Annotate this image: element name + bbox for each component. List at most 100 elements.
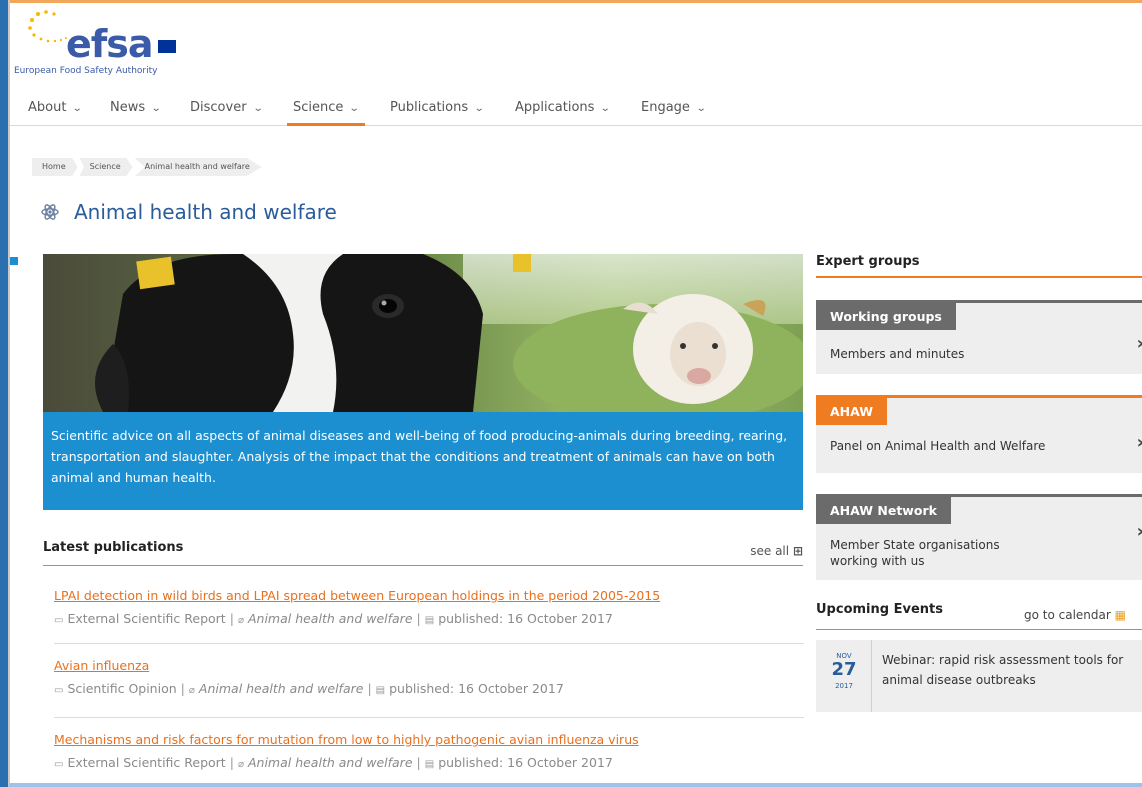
event-day: 27 [831, 659, 857, 680]
hero-banner: Scientific advice on all aspects of anim… [43, 254, 803, 510]
efsa-logo[interactable]: efsa European Food Safety Authority [14, 8, 234, 80]
top-accent-line [10, 0, 1142, 3]
page-title-row: Animal health and welfare [40, 200, 337, 224]
calendar-icon: ▤ [424, 759, 435, 770]
calendar-icon: ▤ [375, 685, 386, 696]
chevron-down-icon: ⌄ [695, 103, 707, 114]
event-item[interactable]: NOV 27 2017 Webinar: rapid risk assessme… [816, 640, 1142, 712]
expert-groups-header: Expert groups [816, 250, 1142, 278]
calendar-icon: ▦ [1114, 608, 1126, 622]
go-to-calendar-label: go to calendar [1024, 608, 1111, 622]
breadcrumb-science[interactable]: Science [79, 158, 133, 176]
chevron-right-icon: › [1137, 521, 1142, 542]
left-accent-mark [10, 257, 18, 265]
separator: | [229, 611, 234, 626]
breadcrumb-home[interactable]: Home [32, 158, 78, 176]
atom-icon [41, 204, 59, 220]
event-date: NOV 27 2017 [816, 640, 872, 712]
chevron-down-icon: ⌄ [252, 103, 264, 114]
event-title: Webinar: rapid risk assessment tools for… [882, 653, 1124, 687]
publication-date: published: 16 October 2017 [438, 611, 613, 626]
chevron-right-icon: › [1137, 333, 1142, 354]
publication-meta: ▭ External Scientific Report | ⌀ Animal heal… [54, 611, 804, 626]
book-icon: ▭ [54, 685, 64, 696]
nav-item-publications[interactable]: Publications ⌄ [390, 92, 485, 126]
nav-label: About [28, 100, 67, 115]
separator: | [180, 681, 185, 696]
ahaw-network-card[interactable]: AHAW Network Member State organisations … [816, 494, 1142, 580]
nav-item-news[interactable]: News ⌄ [110, 92, 162, 126]
cows-hero-image [43, 254, 803, 412]
chevron-down-icon: ⌄ [150, 103, 162, 114]
card-description: Members and minutes [830, 347, 965, 361]
upcoming-events-title: Upcoming Events [816, 602, 943, 617]
card-tab: AHAW Network [816, 497, 951, 524]
book-icon: ▭ [54, 615, 64, 626]
separator: | [416, 755, 421, 770]
publication-link[interactable]: Mechanisms and risk factors for mutation… [54, 732, 804, 747]
latest-publications-header: Latest publications see all ⊞ [43, 538, 803, 566]
publication-type: External Scientific Report [67, 755, 226, 770]
expert-groups-title: Expert groups [816, 254, 920, 269]
separator: | [416, 611, 421, 626]
publication-type: Scientific Opinion [67, 681, 177, 696]
nav-label: Engage [641, 100, 690, 115]
separator: | [229, 755, 234, 770]
calendar-icon: ▤ [424, 615, 435, 626]
publication-date: published: 16 October 2017 [438, 755, 613, 770]
publication-link[interactable]: LPAI detection in wild birds and LPAI sp… [54, 588, 804, 603]
separator: | [367, 681, 372, 696]
publication-link[interactable]: Avian influenza [54, 658, 804, 673]
nav-label: Applications [515, 100, 595, 115]
browser-page: efsa European Food Safety Authority Abou… [8, 0, 1142, 787]
card-description: Panel on Animal Health and Welfare [830, 439, 1046, 453]
book-icon: ▭ [54, 759, 64, 770]
see-all-link[interactable]: see all ⊞ [750, 544, 803, 558]
grid-icon: ⊞ [792, 544, 803, 558]
latest-publications-title: Latest publications [43, 540, 184, 555]
chevron-down-icon: ⌄ [72, 103, 84, 114]
go-to-calendar-link[interactable]: go to calendar ▦ [1024, 608, 1126, 622]
logo-wordmark: efsa [66, 22, 154, 66]
nav-item-applications[interactable]: Applications ⌄ [515, 92, 612, 126]
event-year: 2017 [835, 682, 853, 690]
publication-date: published: 16 October 2017 [389, 681, 564, 696]
publication-item: Avian influenza ▭ Scientific Opinion | ⌀ Ani… [54, 658, 804, 718]
tag-icon: ⌀ [237, 759, 244, 770]
nav-label: Publications [390, 100, 469, 115]
eu-flag-icon [158, 40, 176, 53]
card-tab: AHAW [816, 398, 888, 425]
publication-item: LPAI detection in wild birds and LPAI sp… [54, 588, 804, 644]
breadcrumb: Home Science Animal health and welfare [32, 158, 264, 176]
nav-item-about[interactable]: About ⌄ [28, 92, 84, 126]
nav-label: News [110, 100, 146, 115]
chevron-down-icon: ⌄ [600, 103, 612, 114]
chevron-right-icon: › [1137, 432, 1142, 453]
nav-label: Discover [190, 100, 247, 115]
nav-item-science[interactable]: Science ⌄ [287, 92, 365, 126]
see-all-label: see all [750, 544, 790, 558]
publication-meta: ▭ External Scientific Report | ⌀ Animal heal… [54, 755, 804, 770]
nav-item-discover[interactable]: Discover ⌄ [190, 92, 264, 126]
ahaw-panel-card[interactable]: AHAW Panel on Animal Health and Welfare … [816, 395, 1142, 473]
logo-tagline: European Food Safety Authority [14, 66, 158, 76]
upcoming-events-header: Upcoming Events go to calendar ▦ [816, 600, 1142, 630]
card-description: Member State organisations working with … [830, 538, 1000, 568]
nav-label: Science [293, 100, 344, 115]
nav-item-engage[interactable]: Engage ⌄ [641, 92, 707, 126]
page-title: Animal health and welfare [74, 200, 337, 224]
publication-area[interactable]: Animal health and welfare [248, 755, 413, 770]
card-tab: Working groups [816, 303, 956, 330]
chevron-down-icon: ⌄ [349, 103, 361, 114]
publication-item: Mechanisms and risk factors for mutation… [54, 732, 804, 783]
hero-caption: Scientific advice on all aspects of anim… [43, 412, 803, 510]
main-nav: About ⌄ News ⌄ Discover ⌄ Science ⌄ Publicat… [10, 92, 1142, 126]
working-groups-card[interactable]: Working groups Members and minutes › [816, 300, 1142, 374]
publication-meta: ▭ Scientific Opinion | ⌀ Animal health and w… [54, 681, 804, 696]
publication-area[interactable]: Animal health and welfare [248, 611, 413, 626]
chevron-down-icon: ⌄ [473, 103, 485, 114]
tag-icon: ⌀ [188, 685, 195, 696]
breadcrumb-current: Animal health and welfare [134, 158, 262, 176]
publication-area[interactable]: Animal health and welfare [199, 681, 364, 696]
tag-icon: ⌀ [237, 615, 244, 626]
